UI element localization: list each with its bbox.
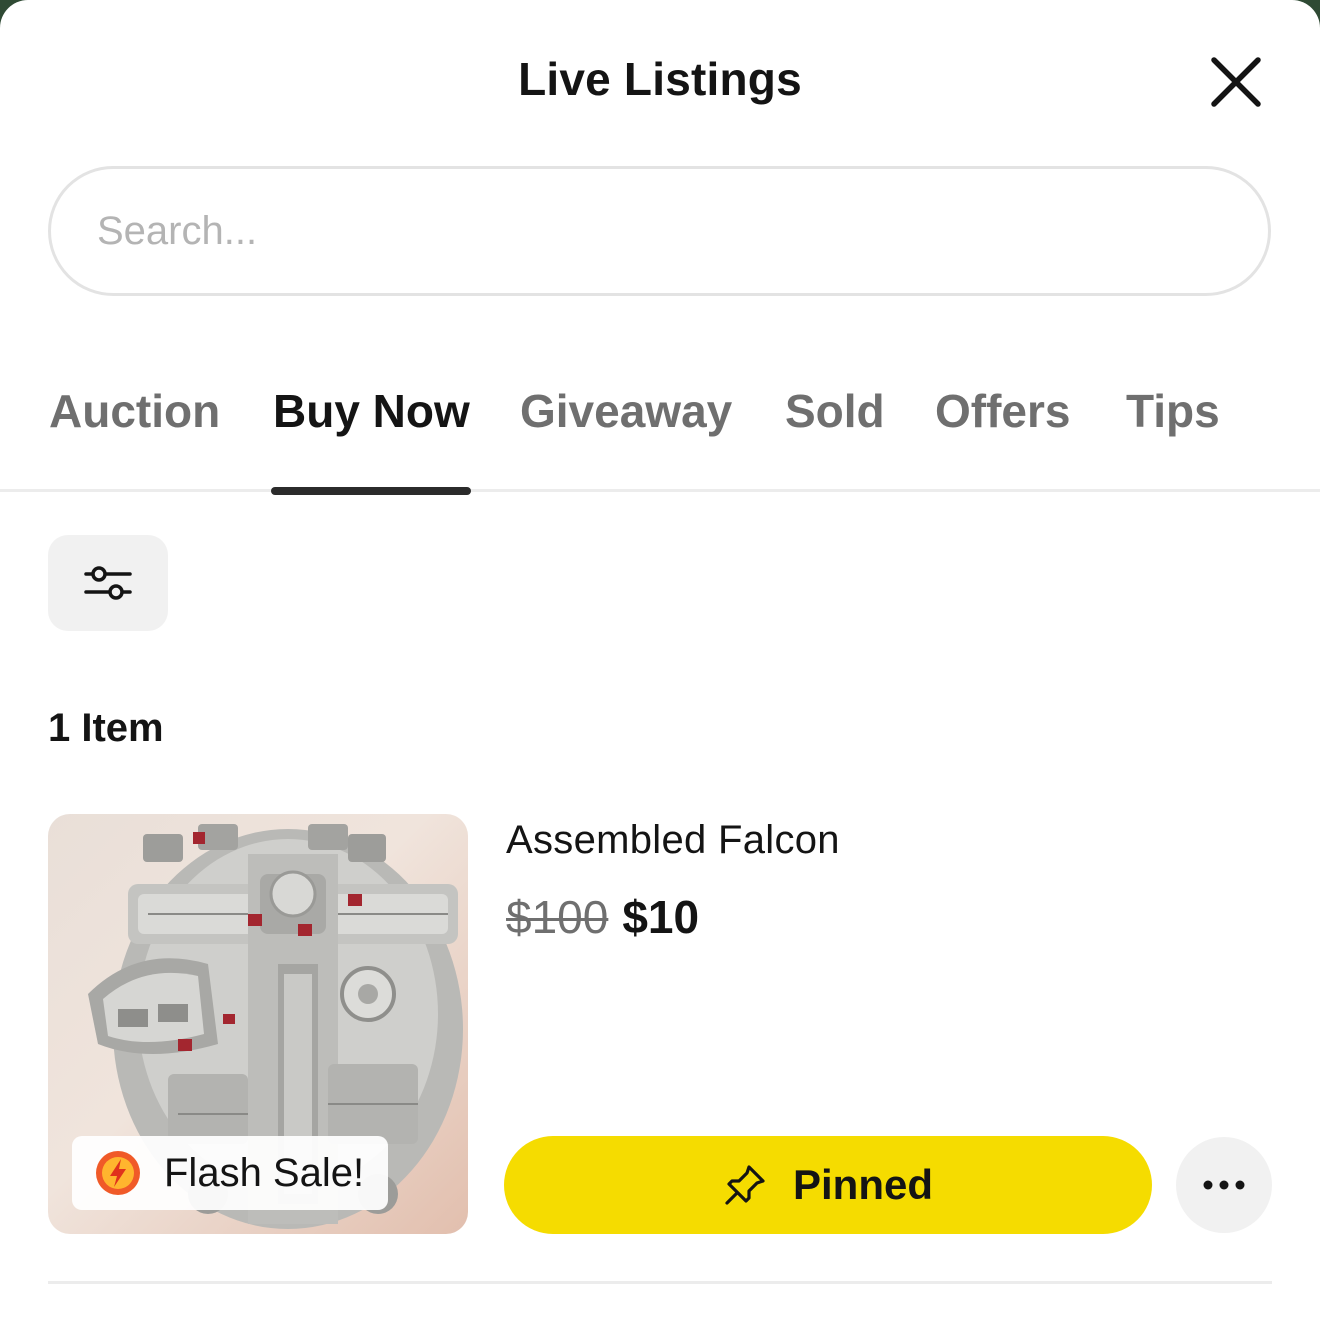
sliders-icon: [84, 566, 132, 600]
live-listings-sheet: Live Listings Auction Buy Now Giveaway S…: [0, 0, 1320, 1324]
pinned-label: Pinned: [792, 1161, 933, 1208]
close-button[interactable]: [1202, 48, 1270, 116]
search-bar[interactable]: [48, 166, 1271, 296]
more-options-button[interactable]: [1176, 1137, 1272, 1233]
close-icon: [1211, 57, 1261, 107]
tab-auction[interactable]: Auction: [49, 384, 220, 438]
pinned-button[interactable]: Pinned: [504, 1136, 1152, 1234]
item-count: 1 Item: [48, 706, 164, 750]
original-price: $100: [506, 891, 609, 943]
page-title: Live Listings: [518, 53, 802, 105]
tab-bar: Auction Buy Now Giveaway Sold Offers Tip…: [0, 360, 1320, 495]
tab-giveaway[interactable]: Giveaway: [520, 384, 732, 438]
price-row: $100 $10: [506, 890, 699, 944]
product-image[interactable]: Flash Sale!: [48, 814, 468, 1234]
active-tab-indicator: [271, 487, 471, 495]
sale-price: $10: [622, 891, 700, 943]
search-input[interactable]: [97, 208, 1268, 254]
list-divider: [48, 1281, 1272, 1284]
tab-buy-now[interactable]: Buy Now: [273, 384, 470, 438]
flash-sale-badge: Flash Sale!: [72, 1136, 389, 1210]
pin-icon: [725, 1165, 765, 1205]
tab-tips[interactable]: Tips: [1126, 384, 1220, 438]
tab-offers[interactable]: Offers: [935, 384, 1070, 438]
item-title: Assembled Falcon: [506, 818, 840, 862]
filter-button[interactable]: [48, 535, 168, 631]
flash-sale-label: Flash Sale!: [164, 1150, 365, 1195]
more-icon: [1203, 1180, 1245, 1190]
lightning-icon: [96, 1151, 140, 1195]
tab-sold[interactable]: Sold: [785, 384, 885, 438]
